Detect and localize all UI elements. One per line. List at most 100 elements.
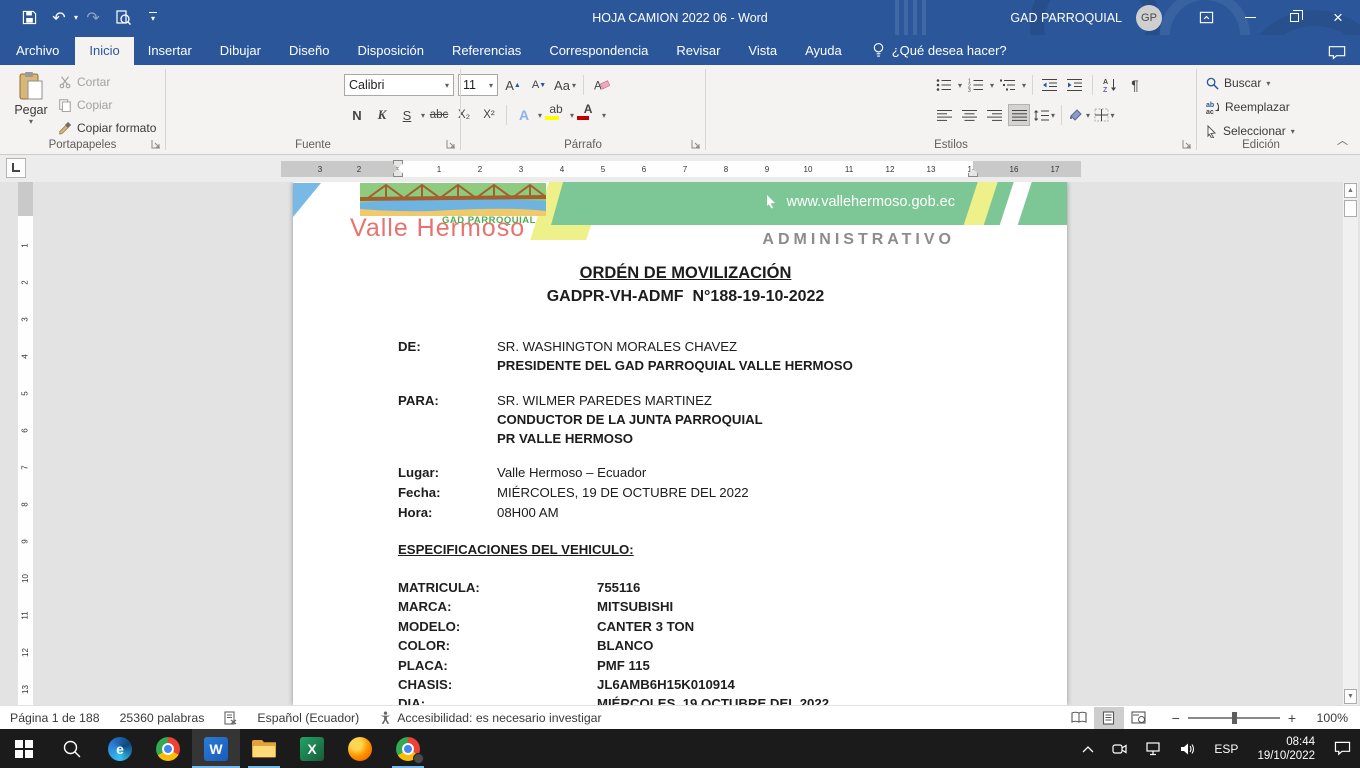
zoom-out-icon[interactable]: − (1172, 710, 1180, 726)
ribbon-display-options-icon[interactable] (1184, 0, 1228, 35)
format-painter-button[interactable]: Copiar formato (58, 119, 156, 137)
ribbon-tab[interactable]: Insertar (134, 37, 206, 65)
select-button[interactable]: Seleccionar ▾ (1206, 121, 1295, 141)
account-name[interactable]: GAD PARROQUIAL (1010, 11, 1122, 25)
ribbon-tab[interactable]: Correspondencia (535, 37, 662, 65)
scroll-up-icon[interactable]: ▲ (1344, 183, 1357, 198)
quick-access-toolbar: ↶ ▾ ↷ ▾ (0, 4, 168, 32)
ribbon-tab[interactable]: Inicio (75, 37, 133, 65)
word-application-window: { "titlebar": { "title": "HOJA CAMION 20… (0, 0, 1360, 768)
ribbon-tab[interactable]: Disposición (343, 37, 437, 65)
print-preview-icon[interactable] (108, 4, 138, 32)
save-icon[interactable] (14, 4, 44, 32)
paragraph-dialog-launcher-icon[interactable] (690, 138, 702, 150)
document-page[interactable]: gadparroquialvallehermoso@hotmail.com ww… (293, 182, 1067, 705)
replace-label: Reemplazar (1225, 100, 1290, 114)
zoom-level[interactable]: 100% (1310, 711, 1348, 725)
language-indicator[interactable]: ESP (1205, 729, 1247, 768)
ribbon-tab[interactable]: Diseño (275, 37, 343, 65)
taskbar-edge-button[interactable]: e (96, 729, 144, 768)
zoom-slider-handle[interactable] (1232, 712, 1237, 724)
strikethrough-button[interactable]: abc (428, 104, 450, 126)
horizontal-ruler: 1234567891011121314 (398, 161, 973, 177)
word-count[interactable]: 25360 palabras (110, 706, 215, 729)
document-subtitle: GADPR-VH-ADMF N°188-19-10-2022 (398, 288, 973, 306)
zoom-slider[interactable] (1188, 717, 1280, 719)
close-button[interactable]: × (1316, 0, 1360, 35)
ribbon-tab[interactable]: Archivo (0, 37, 75, 65)
find-button[interactable]: Buscar ▾ (1206, 73, 1295, 93)
styles-dialog-launcher-icon[interactable] (1181, 138, 1193, 150)
meet-now-icon[interactable] (1103, 729, 1137, 768)
tab-stop-selector[interactable] (6, 158, 26, 178)
font-dialog-launcher-icon[interactable] (445, 138, 457, 150)
read-mode-button[interactable] (1064, 707, 1094, 729)
taskbar-file-explorer-button[interactable] (240, 729, 288, 768)
bold-button[interactable]: N (346, 104, 368, 126)
language-status[interactable]: Español (Ecuador) (247, 706, 369, 729)
cursor-arrow-icon (766, 195, 777, 209)
taskbar-clock[interactable]: 08:44 19/10/2022 (1247, 735, 1325, 763)
scrollbar-thumb[interactable] (1344, 200, 1357, 217)
ribbon-tab[interactable]: Ayuda (791, 37, 856, 65)
font-group: Calibri▾ 11▾ A▲ A▼ Aa▾ A N K S ▾ abc X₂ … (166, 65, 460, 154)
taskbar-word-button[interactable]: W (192, 729, 240, 768)
tell-me-search[interactable]: ¿Qué desea hacer? (872, 42, 1007, 65)
logo-subtitle: GAD PARROQUIAL (442, 215, 536, 226)
underline-button[interactable]: S (396, 104, 418, 126)
taskbar-search-button[interactable] (48, 729, 96, 768)
vertical-scrollbar[interactable]: ▲ ▼ (1343, 182, 1358, 705)
feedback-icon[interactable] (1328, 45, 1346, 60)
ribbon-tab[interactable]: Revisar (662, 37, 734, 65)
web-layout-button[interactable] (1124, 707, 1154, 729)
customize-qat-icon[interactable]: ▾ (138, 4, 168, 32)
spec-row: MARCA:MITSUBISHI (398, 599, 1018, 618)
volume-icon[interactable] (1171, 729, 1205, 768)
network-icon[interactable] (1137, 729, 1171, 768)
ribbon-tabs: Archivo Inicio Insertar Dibujar Diseño D… (0, 37, 856, 65)
paste-button[interactable]: Pegar ▾ (8, 71, 54, 135)
paste-dropdown-icon[interactable]: ▾ (29, 117, 33, 126)
accessibility-status[interactable]: Accesibilidad: es necesario investigar (369, 706, 611, 729)
action-center-icon[interactable] (1325, 729, 1360, 768)
underline-dropdown-icon[interactable]: ▾ (421, 111, 425, 120)
title-bar: ↶ ▾ ↷ ▾ HOJA CAMION 2022 06 - Word GAD P… (0, 0, 1360, 35)
lugar-value: Valle Hermoso – Ecuador (497, 465, 646, 480)
proofing-errors-icon[interactable] (214, 706, 247, 729)
taskbar-chrome-button[interactable] (144, 729, 192, 768)
start-button[interactable] (0, 729, 48, 768)
italic-button[interactable]: K (371, 104, 393, 126)
ribbon-tab[interactable]: Dibujar (206, 37, 275, 65)
collapse-ribbon-icon[interactable]: ︿ (1337, 132, 1348, 148)
minimize-button[interactable] (1228, 0, 1272, 35)
replace-icon: abac (1206, 101, 1220, 114)
ribbon-tab[interactable]: Vista (734, 37, 791, 65)
font-name-select[interactable]: Calibri▾ (344, 74, 454, 96)
para-label: PARA: (398, 393, 497, 408)
copy-label: Copiar (77, 98, 112, 112)
taskbar-chrome-profile-button[interactable] (384, 729, 432, 768)
ribbon-tab[interactable]: Referencias (438, 37, 535, 65)
print-layout-button[interactable] (1094, 707, 1124, 729)
undo-icon[interactable]: ↶ (44, 4, 74, 32)
cut-button: Cortar (58, 73, 156, 91)
hidden-icons-chevron-icon[interactable] (1073, 729, 1103, 768)
redo-icon: ↷ (78, 4, 108, 32)
para-role2: PR VALLE HERMOSO (497, 431, 633, 446)
restore-button[interactable] (1272, 0, 1316, 35)
header-website-row: www.vallehermoso.gob.ec (766, 194, 955, 210)
hora-label: Hora: (398, 505, 497, 520)
replace-button[interactable]: abac Reemplazar (1206, 97, 1295, 117)
de-name: SR. WASHINGTON MORALES CHAVEZ (497, 339, 737, 354)
zoom-in-icon[interactable]: + (1288, 710, 1296, 726)
page-count[interactable]: Página 1 de 188 (0, 706, 110, 729)
clipboard-dialog-launcher-icon[interactable] (150, 138, 162, 150)
taskbar-excel-button[interactable]: X (288, 729, 336, 768)
vehicle-specs: MATRICULA:755116 MARCA:MITSUBISHI MODELO… (398, 580, 1018, 705)
avatar[interactable]: GP (1136, 5, 1162, 31)
scroll-down-icon[interactable]: ▼ (1344, 689, 1357, 704)
lugar-label: Lugar: (398, 465, 497, 480)
taskbar-firefox-button[interactable] (336, 729, 384, 768)
font-group-label: Fuente (166, 139, 460, 151)
ruler-band: 321 1234567891011121314 1617 (0, 155, 1360, 182)
